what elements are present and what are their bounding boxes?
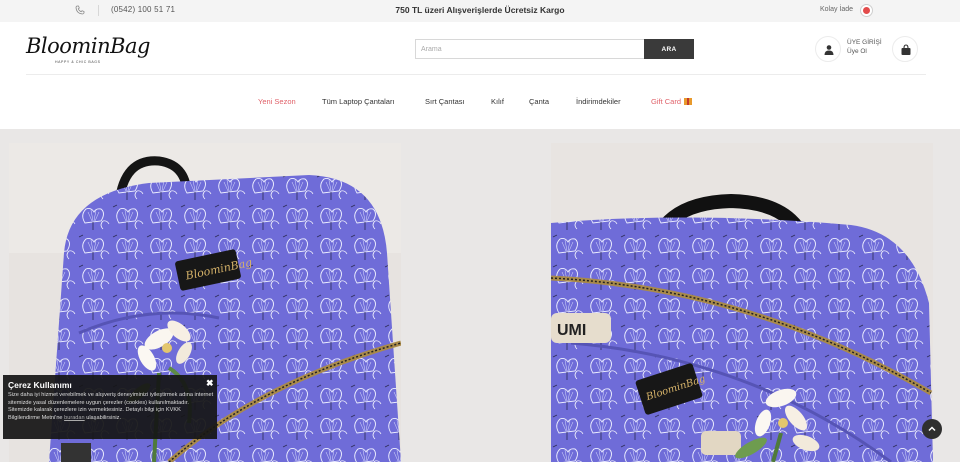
top-bar: (0542) 100 51 71 750 TL üzeri Alışverişl…: [0, 0, 960, 22]
login-link[interactable]: ÜYE GİRİŞİ: [847, 38, 882, 47]
easy-return-link[interactable]: Kolay İade: [820, 6, 853, 13]
banner-image-laptop-bag[interactable]: BloominBag UMI: [551, 143, 933, 462]
header-divider: [26, 74, 926, 75]
cookie-policy-link[interactable]: buradan: [64, 415, 85, 421]
shopping-bag-icon: [901, 44, 911, 55]
gift-card-label: Gift Card: [651, 97, 682, 106]
nav-item-gift-card[interactable]: Gift Card: [651, 97, 693, 106]
cookie-consent-popup: Çerez Kullanımı ✖ Size daha iyi hizmet v…: [3, 375, 217, 439]
user-links: ÜYE GİRİŞİ Üye Ol: [847, 38, 882, 56]
cookie-title: Çerez Kullanımı: [8, 380, 72, 390]
search-bar: ARA: [415, 39, 694, 59]
free-shipping-promo: 750 TL üzeri Alışverişlerde Ücretsiz Kar…: [395, 5, 565, 15]
cart-button[interactable]: [892, 36, 918, 62]
nav-item-case[interactable]: Kılıf: [491, 97, 504, 106]
nav-item-bag[interactable]: Çanta: [529, 97, 549, 106]
user-account-button[interactable]: [815, 36, 841, 62]
signup-link[interactable]: Üye Ol: [847, 47, 882, 56]
main-navigation: Yeni Sezon Tüm Laptop Çantaları Sırt Çan…: [0, 97, 960, 109]
search-input[interactable]: [415, 39, 645, 59]
nav-item-backpack[interactable]: Sırt Çantası: [425, 97, 465, 106]
gift-icon: [684, 98, 693, 105]
nav-item-discounts[interactable]: İndirimdekiler: [576, 97, 621, 106]
site-logo[interactable]: BloominBag HAPPY & CHIC BAGS: [26, 34, 150, 68]
close-icon[interactable]: ✖: [206, 378, 214, 389]
nav-item-all-laptop-bags[interactable]: Tüm Laptop Çantaları: [322, 97, 395, 106]
user-icon: [824, 45, 834, 55]
nav-item-new-season[interactable]: Yeni Sezon: [258, 97, 296, 106]
search-button[interactable]: ARA: [644, 39, 694, 59]
logo-text: BloominBag: [26, 34, 150, 58]
cookie-text: Size daha iyi hizmet verebilmek ve alışv…: [8, 392, 214, 422]
site-header: BloominBag HAPPY & CHIC BAGS ARA ÜYE GİR…: [0, 22, 960, 129]
chevron-up-icon: [928, 426, 936, 432]
logo-tagline: HAPPY & CHIC BAGS: [55, 60, 101, 64]
cookie-body-end: ulaşabilirsiniz.: [86, 414, 122, 421]
scroll-to-top-button[interactable]: [922, 419, 942, 439]
keychain-text: UMI: [557, 322, 586, 339]
language-flag-icon[interactable]: [860, 4, 873, 17]
